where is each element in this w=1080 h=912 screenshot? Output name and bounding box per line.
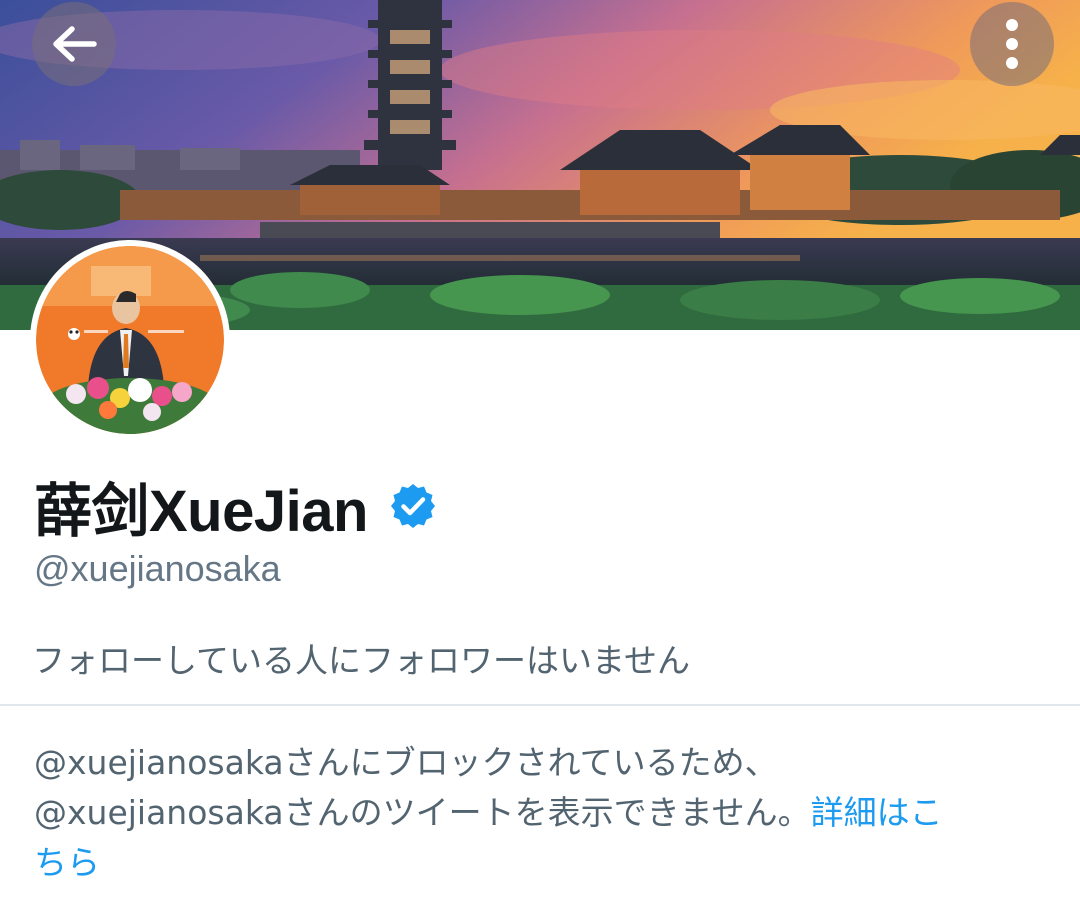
blocked-notice-line-3: ちら xyxy=(34,838,1044,888)
avatar-image xyxy=(36,246,224,434)
blocked-notice-line-1: @xuejianosakaさんにブロックされているため、 xyxy=(34,743,778,782)
more-vertical-icon xyxy=(1006,19,1018,69)
display-name-row: 薛剑XueJian xyxy=(34,470,438,544)
more-options-button[interactable] xyxy=(970,2,1054,86)
user-handle: @xuejianosaka xyxy=(34,548,281,589)
back-button[interactable] xyxy=(32,2,116,86)
divider xyxy=(0,704,1080,706)
blocked-notice-line-2-text: @xuejianosakaさんのツイートを表示できません。 xyxy=(34,793,811,832)
blocked-notice-line-2: @xuejianosakaさんのツイートを表示できません。詳細はこ xyxy=(34,788,1044,838)
learn-more-link-continued[interactable]: ちら xyxy=(34,843,100,882)
followers-you-know-note: フォローしている人にフォロワーはいません xyxy=(32,641,691,680)
display-name: 薛剑XueJian xyxy=(34,479,368,544)
avatar[interactable] xyxy=(30,240,230,440)
blocked-notice: @xuejianosakaさんにブロックされているため、 @xuejianosa… xyxy=(34,738,1044,888)
profile-screen: 薛剑XueJian @xuejianosaka フォローしている人にフォロワーは… xyxy=(0,0,1080,912)
verified-badge-icon xyxy=(388,481,438,531)
learn-more-link[interactable]: 詳細はこ xyxy=(811,793,943,832)
arrow-left-icon xyxy=(53,26,97,62)
